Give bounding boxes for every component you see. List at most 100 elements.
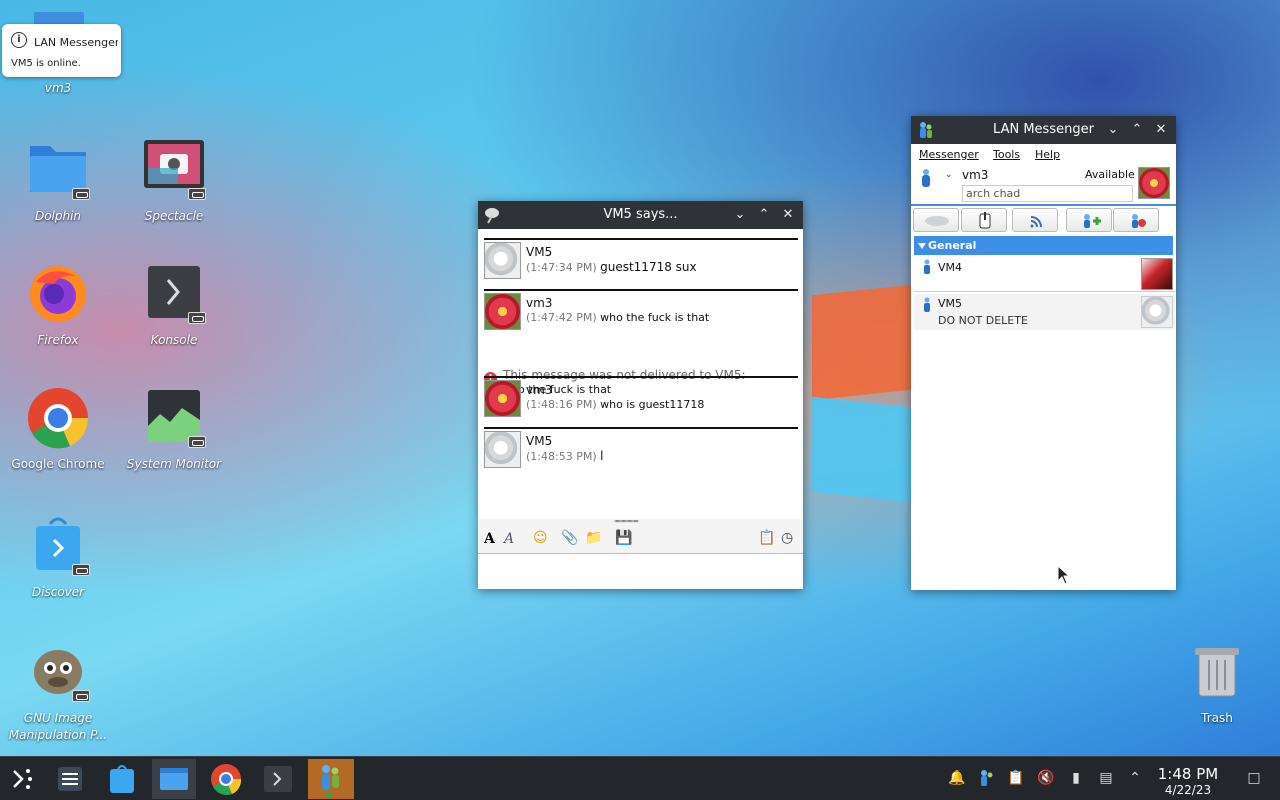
menu-messenger[interactable]: Messenger (919, 148, 979, 161)
maximize-button[interactable]: ⌃ (755, 206, 773, 224)
message-sender: VM5 (526, 245, 553, 259)
desktop-icon-dolphin[interactable]: Dolphin (3, 138, 113, 225)
chat-history[interactable]: VM5 (1:47:34 PM) guest11718 sux vm3 (1:4… (478, 229, 803, 519)
message-time: (1:48:53 PM) (526, 450, 597, 463)
message-time: (1:47:42 PM) (526, 311, 597, 324)
clock-time: 1:48 PM (1157, 765, 1219, 783)
link-badge-icon (188, 436, 206, 448)
font-color-icon[interactable]: A (504, 531, 514, 549)
usb-device-icon[interactable]: ▮ (1067, 769, 1085, 787)
desktop-icon-label: Discover (31, 585, 85, 599)
clipboard-icon[interactable]: 📋 (1007, 769, 1025, 787)
chrome-taskbar-icon[interactable] (204, 759, 248, 799)
minimize-button[interactable]: ⌄ (731, 206, 749, 224)
menu-tools[interactable]: Tools (993, 148, 1020, 161)
menu-help[interactable]: Help (1035, 148, 1060, 161)
status-chevron-down-icon[interactable]: ⌄ (945, 170, 953, 180)
message-text: who the fuck is that (600, 311, 710, 324)
desktop-icon-label: Spectacle (144, 209, 204, 223)
broadcast-button[interactable] (913, 208, 959, 232)
chevron-up-icon[interactable]: ⌃ (1126, 769, 1144, 787)
chat-window[interactable]: VM5 says... ⌄ ⌃ ✕ VM5 (1:47:34 PM) guest… (478, 201, 803, 589)
link-badge-icon (72, 188, 90, 200)
chat-message: vm3 (1:47:42 PM) who the fuck is that (484, 289, 798, 330)
message-sender: VM5 (526, 434, 553, 448)
contact-icon (921, 297, 933, 317)
send-file-button[interactable] (961, 208, 1007, 232)
gimp-icon (26, 640, 90, 704)
application-launcher-button[interactable] (0, 759, 44, 799)
desktop-icon-trash[interactable]: Trash (1162, 640, 1272, 727)
desktop-icon-spectacle[interactable]: Spectacle (119, 138, 229, 225)
message-sender: vm3 (526, 296, 553, 310)
status-message-field[interactable] (962, 185, 1133, 202)
dolphin-taskbar-icon[interactable] (152, 759, 196, 799)
clock-date: 4/22/23 (1164, 783, 1212, 797)
desktop-icon-label: Trash (1201, 711, 1233, 725)
send-folder-icon[interactable]: 📁 (585, 530, 602, 548)
history-icon[interactable]: ◷ (781, 530, 793, 548)
add-contact-button[interactable] (1066, 208, 1112, 232)
show-desktop-icon[interactable]: □ (1244, 769, 1264, 787)
message-sender: vm3 (526, 383, 553, 397)
status-label[interactable]: Available (1085, 168, 1135, 181)
desktop-icon-gimp[interactable]: GNU Image Manipulation P... (3, 640, 113, 744)
close-button[interactable]: ✕ (1152, 121, 1170, 139)
lan-messenger-tray-icon[interactable] (977, 769, 995, 787)
desktop-icon-label: Google Chrome (11, 457, 105, 471)
trash-icon (1185, 640, 1249, 704)
rss-button[interactable] (1012, 208, 1058, 232)
chat-message: vm3 (1:48:16 PM) who is guest11718 (484, 376, 798, 417)
minimize-button[interactable]: ⌄ (1104, 121, 1122, 139)
link-badge-icon (188, 312, 206, 324)
font-icon[interactable]: A (484, 531, 495, 549)
messenger-titlebar[interactable]: LAN Messenger ⌄ ⌃ ✕ (911, 116, 1176, 144)
wallpaper-shape (812, 284, 912, 401)
maximize-button[interactable]: ⌃ (1128, 121, 1146, 139)
export-icon[interactable]: 📋 (758, 530, 775, 548)
notification-body: VM5 is online. (11, 58, 81, 69)
user-avatar[interactable] (1138, 167, 1170, 199)
input-method-icon[interactable]: ▤ (1097, 769, 1115, 787)
message-time: (1:48:16 PM) (526, 398, 597, 411)
konsole-taskbar-icon[interactable] (256, 759, 300, 799)
contact-name: VM4 (938, 261, 963, 274)
desktop-icon-konsole[interactable]: Konsole (119, 262, 229, 349)
splitter-handle[interactable]: '''''''''''''''''''' (614, 519, 639, 528)
contacts-settings-button[interactable] (1113, 208, 1159, 232)
contact-item[interactable]: VM5 DO NOT DELETE (914, 294, 1175, 330)
clock[interactable]: 1:48 PM 4/22/23 (1152, 765, 1224, 797)
link-badge-icon (72, 690, 90, 702)
contact-item[interactable]: VM4 (914, 256, 1175, 292)
desktop-icon-label: Dolphin (34, 209, 82, 223)
desktop-icon-system-monitor[interactable]: System Monitor (119, 386, 229, 473)
lan-messenger-taskbar-icon[interactable] (308, 759, 354, 799)
messenger-window[interactable]: LAN Messenger ⌄ ⌃ ✕ Messenger Tools Help… (911, 116, 1176, 590)
discover-taskbar-icon[interactable] (100, 759, 144, 799)
contact-group-general[interactable]: General (914, 236, 1173, 255)
notification-popup[interactable]: i LAN Messenger VM5 is online. (2, 24, 121, 77)
notifications-bell-icon[interactable]: 🔔 (948, 769, 966, 787)
desktop-icon-label: System Monitor (126, 457, 222, 471)
wallpaper-shape (812, 396, 912, 503)
separator (911, 204, 1176, 206)
close-button[interactable]: ✕ (779, 206, 797, 224)
shopping-bag-icon (26, 514, 90, 578)
contact-status: DO NOT DELETE (938, 314, 1028, 327)
avatar (484, 380, 521, 417)
chrome-icon (26, 386, 90, 450)
chat-message: VM5 (1:47:34 PM) guest11718 sux (484, 238, 798, 279)
smiley-icon[interactable]: ☺ (533, 530, 548, 548)
folder-icon (26, 138, 90, 202)
desktop-icon-google-chrome[interactable]: Google Chrome (3, 386, 113, 473)
system-settings-icon[interactable] (48, 759, 92, 799)
save-icon[interactable]: 💾 (615, 530, 632, 548)
desktop-icon-firefox[interactable]: Firefox (3, 262, 113, 349)
message-input[interactable] (478, 553, 803, 589)
attach-file-icon[interactable]: 📎 (561, 530, 578, 548)
desktop-icon-label: vm3 (44, 81, 72, 95)
desktop-icon-discover[interactable]: Discover (3, 514, 113, 601)
volume-muted-icon[interactable]: 🔇 (1037, 769, 1055, 787)
chat-titlebar[interactable]: VM5 says... ⌄ ⌃ ✕ (478, 201, 803, 229)
notification-title: LAN Messenger (34, 36, 118, 49)
